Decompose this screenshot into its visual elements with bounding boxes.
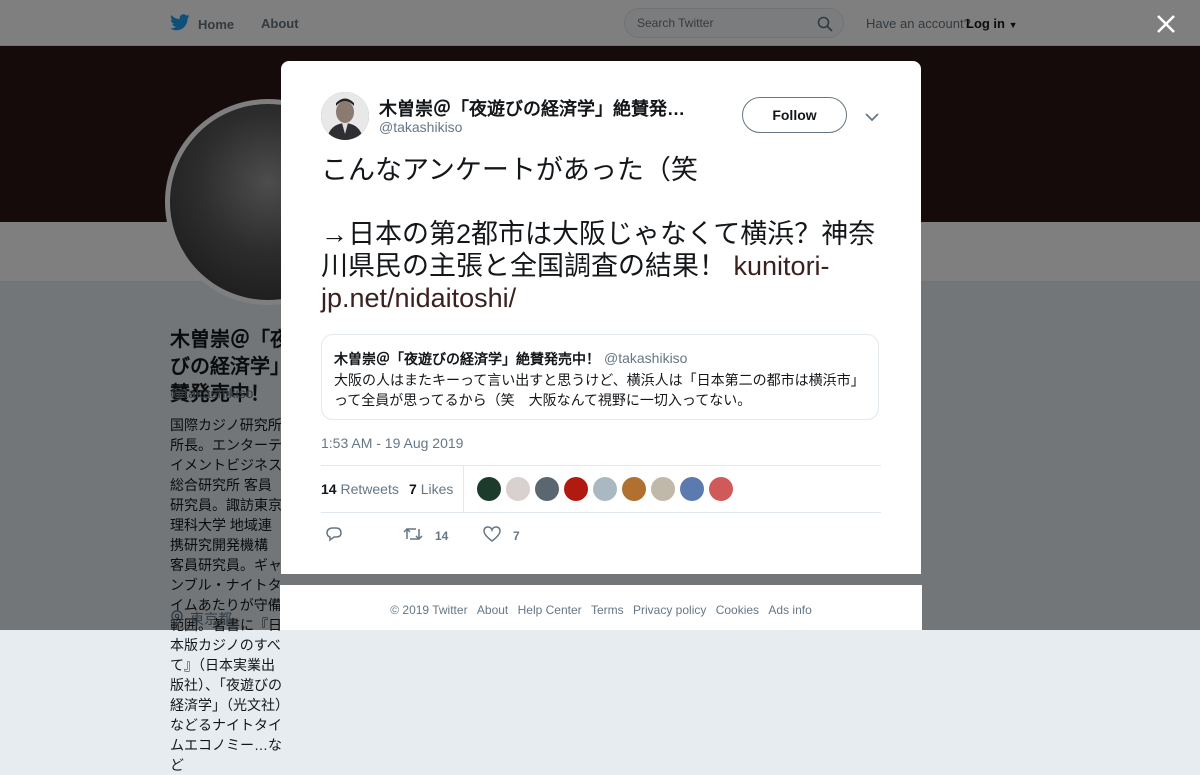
retweets-count: 14 xyxy=(321,481,337,497)
footer-help[interactable]: Help Center xyxy=(518,603,582,617)
footer-copyright: © 2019 Twitter xyxy=(390,603,468,617)
heart-icon xyxy=(483,525,501,546)
tweet-timestamp[interactable]: 1:53 AM - 19 Aug 2019 xyxy=(321,435,463,451)
liker-avatar[interactable] xyxy=(680,477,704,501)
stats-divider xyxy=(463,466,464,512)
liker-avatar[interactable] xyxy=(651,477,675,501)
tweet-text-line2: →日本の第2都市は大阪じゃなくて横浜？神奈川県民の主張と全国調査の結果！ kun… xyxy=(321,218,881,314)
likes-count: 7 xyxy=(409,481,417,497)
footer-ads[interactable]: Ads info xyxy=(768,603,811,617)
author-name[interactable]: 木曽崇＠「夜遊びの経済学」絶賛発… xyxy=(379,95,685,121)
liker-avatar[interactable] xyxy=(506,477,530,501)
liker-avatar[interactable] xyxy=(535,477,559,501)
liker-avatar[interactable] xyxy=(564,477,588,501)
tweet-actions: 14 7 xyxy=(321,523,881,547)
author-handle[interactable]: @takashikiso xyxy=(379,119,462,135)
liker-avatar[interactable] xyxy=(593,477,617,501)
liker-avatar[interactable] xyxy=(477,477,501,501)
author-avatar[interactable] xyxy=(321,92,369,140)
footer: © 2019 Twitter About Help Center Terms P… xyxy=(280,585,922,630)
liker-avatar[interactable] xyxy=(622,477,646,501)
like-action[interactable]: 7 xyxy=(483,525,520,546)
retweets-stat[interactable]: 14 Retweets xyxy=(321,481,399,497)
tweet-stats: 14 Retweets 7 Likes xyxy=(321,465,881,513)
footer-terms[interactable]: Terms xyxy=(591,603,624,617)
like-count: 7 xyxy=(513,528,520,543)
tweet-text-line1: こんなアンケートがあった（笑 xyxy=(321,155,698,185)
quoted-author-name: 木曽崇＠「夜遊びの経済学」絶賛発売中！ xyxy=(334,351,600,367)
footer-privacy[interactable]: Privacy policy xyxy=(633,603,706,617)
tweet-modal: 木曽崇＠「夜遊びの経済学」絶賛発… @takashikiso Follow こん… xyxy=(281,61,921,574)
retweets-label: Retweets xyxy=(340,481,399,497)
quoted-text: 大阪の人はまたキーって言い出すと思うけど、横浜人は「日本第二の都市は横浜市」って… xyxy=(334,372,865,408)
reply-action[interactable] xyxy=(325,525,355,546)
footer-cookies[interactable]: Cookies xyxy=(716,603,759,617)
likers-avatars xyxy=(477,477,733,501)
retweet-count: 14 xyxy=(435,528,449,543)
close-icon[interactable] xyxy=(1154,12,1178,36)
reply-icon xyxy=(325,525,343,546)
chevron-down-icon[interactable] xyxy=(865,109,879,127)
follow-button[interactable]: Follow xyxy=(742,97,847,133)
retweet-icon xyxy=(403,525,423,546)
footer-about[interactable]: About xyxy=(477,603,508,617)
quoted-author-handle: @takashikiso xyxy=(604,350,688,366)
likes-stat[interactable]: 7 Likes xyxy=(409,481,453,497)
likes-label: Likes xyxy=(420,481,454,497)
tweet-text: こんなアンケートがあった（笑 →日本の第2都市は大阪じゃなくて横浜？神奈川県民の… xyxy=(321,154,881,314)
quoted-tweet[interactable]: 木曽崇＠「夜遊びの経済学」絶賛発売中！ @takashikiso 大阪の人はまた… xyxy=(321,334,879,420)
retweet-action[interactable]: 14 xyxy=(403,525,448,546)
liker-avatar[interactable] xyxy=(709,477,733,501)
